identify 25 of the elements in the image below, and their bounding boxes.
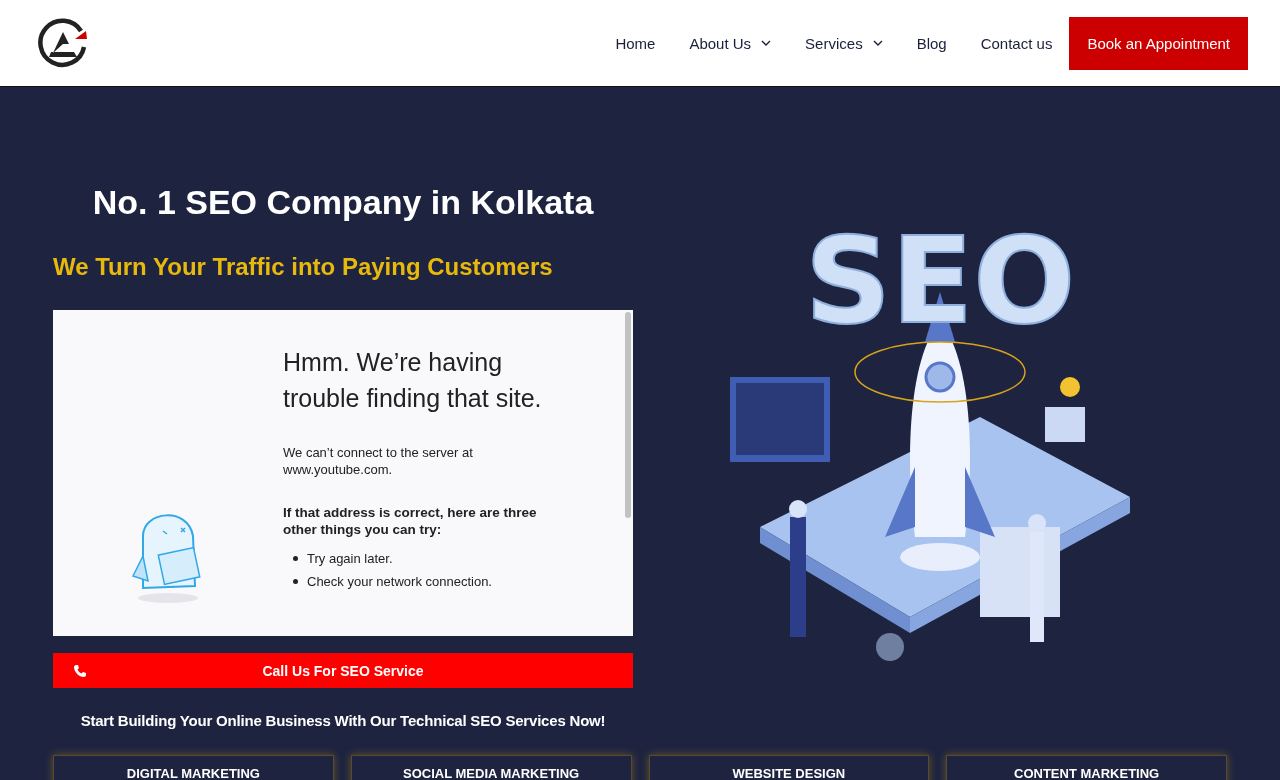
service-card[interactable]: WEBSITE DESIGN <box>648 755 930 780</box>
error-message: We can’t connect to the server at www.youtube.com. <box>283 444 474 478</box>
call-button[interactable]: Call Us For SEO Service <box>53 653 633 688</box>
tip-item: Try again later. <box>307 550 393 567</box>
tagline: Start Building Your Online Business With Our Technical SEO Services Now! <box>79 712 607 730</box>
nav-link[interactable]: Home <box>598 34 673 52</box>
nav-link[interactable]: About Us <box>672 34 789 52</box>
hero-subtitle: We Turn Your Traffic into Paying Customers <box>53 252 554 282</box>
service-card[interactable]: CONTENT MARKETING <box>946 755 1227 780</box>
scrollbar-thumb[interactable] <box>625 312 631 518</box>
hero-title: No. 1 SEO Company in Kolkata <box>91 182 595 222</box>
error-heading: Hmm. We’re having trouble finding that site. <box>283 347 543 414</box>
service-card[interactable]: DIGITAL MARKETING <box>53 755 334 780</box>
logo-icon[interactable] <box>37 17 89 69</box>
bullet-icon <box>293 556 298 561</box>
tips-heading: If that address is correct, here are three other things you can try: <box>283 504 538 538</box>
service-card[interactable]: SOCIAL MEDIA MARKETING <box>350 755 632 780</box>
nav-link[interactable]: Contact us <box>963 34 1070 52</box>
book-appointment-button[interactable]: Book an Appointment <box>1069 16 1248 70</box>
nav-link[interactable]: Services <box>788 34 900 52</box>
nav-link[interactable]: Blog <box>899 34 964 52</box>
seo-rocket-illustration: SEO <box>700 197 1160 677</box>
bullet-icon <box>293 579 298 584</box>
tip-item: Check your network connection. <box>307 573 492 590</box>
phone-icon <box>73 663 87 678</box>
